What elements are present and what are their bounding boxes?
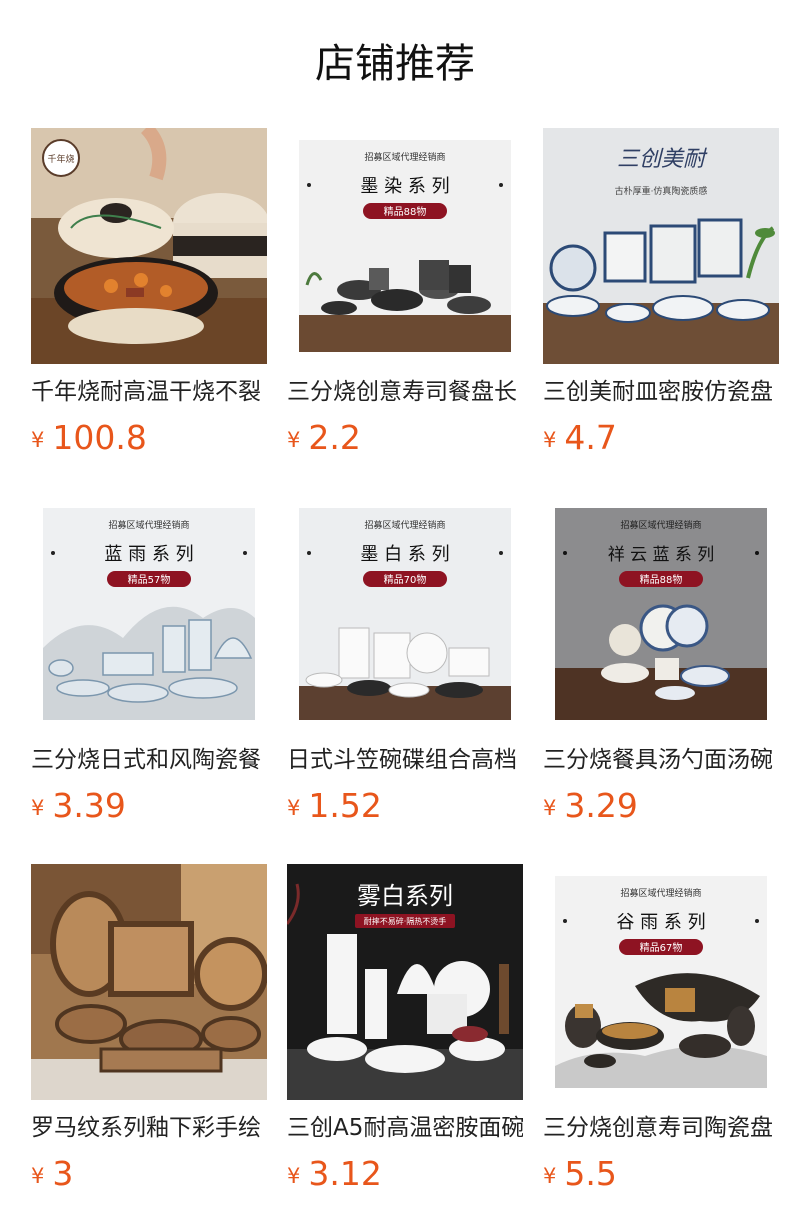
price-value: 100.8 <box>52 418 147 457</box>
banner-badge-text: 精品67物 <box>640 941 683 954</box>
product-price: ¥4.7 <box>543 416 779 460</box>
banner-top-text: 招募区域代理经销商 <box>620 519 701 531</box>
currency-symbol: ¥ <box>543 1164 557 1188</box>
product-image[interactable]: 招募区域代理经销商 祥 云 蓝 系 列 精品88物 <box>543 496 779 732</box>
product-price: ¥1.52 <box>287 784 523 828</box>
price-value: 2.2 <box>308 418 361 457</box>
product-name[interactable]: 三创A5耐高温密胺面碗 <box>287 1112 523 1144</box>
product-image[interactable]: 三创美耐 古朴厚重·仿真陶瓷质感 <box>543 128 779 364</box>
banner-series-text: 谷 雨 系 列 <box>616 912 705 933</box>
price-value: 3.12 <box>308 1154 382 1193</box>
banner-top-text: 招募区域代理经销商 <box>364 151 445 163</box>
price-value: 1.52 <box>308 786 382 825</box>
product-name[interactable]: 三分烧创意寿司餐盘长 <box>287 376 523 408</box>
product-price: ¥100.8 <box>31 416 267 460</box>
page-title: 店铺推荐 <box>315 41 475 87</box>
product-price: ¥5.5 <box>543 1152 779 1196</box>
banner-tag-text: 耐摔不易碎·隔热不烫手 <box>364 916 447 926</box>
product-image[interactable]: 招募区域代理经销商 蓝 雨 系 列 精品57物 <box>31 496 267 732</box>
product-name[interactable]: 三分烧餐具汤勺面汤碗 <box>543 744 779 776</box>
product-name[interactable]: 三创美耐皿密胺仿瓷盘 <box>543 376 779 408</box>
price-value: 3 <box>52 1154 74 1193</box>
banner-top-text: 招募区域代理经销商 <box>108 519 189 531</box>
brand-tagline-text: 古朴厚重·仿真陶瓷质感 <box>615 185 708 197</box>
product-name[interactable]: 罗马纹系列釉下彩手绘 <box>31 1112 267 1144</box>
product-price: ¥3 <box>31 1152 267 1196</box>
brand-stamp-text: 千年烧 <box>47 153 74 165</box>
currency-symbol: ¥ <box>287 796 301 820</box>
banner-badge-text: 精品70物 <box>384 573 427 586</box>
banner-series-text: 蓝 雨 系 列 <box>104 544 193 565</box>
price-value: 3.39 <box>52 786 126 825</box>
currency-symbol: ¥ <box>31 428 45 452</box>
banner-series-text: 祥 云 蓝 系 列 <box>608 545 715 565</box>
product-image[interactable]: 招募区域代理经销商 谷 雨 系 列 精品67物 <box>543 864 779 1100</box>
currency-symbol: ¥ <box>31 796 45 820</box>
product-image[interactable]: 雾白系列 耐摔不易碎·隔热不烫手 <box>287 864 523 1100</box>
product-name[interactable]: 三分烧日式和风陶瓷餐 <box>31 744 267 776</box>
product-name[interactable]: 日式斗笠碗碟组合高档 <box>287 744 523 776</box>
product-price: ¥3.29 <box>543 784 779 828</box>
product-image[interactable]: 招募区域代理经销商 墨 染 系 列 精品88物 <box>287 128 523 364</box>
product-name[interactable]: 三分烧创意寿司陶瓷盘 <box>543 1112 779 1144</box>
banner-series-text: 墨 白 系 列 <box>360 544 449 565</box>
banner-top-text: 招募区域代理经销商 <box>620 887 701 899</box>
banner-badge-text: 精品88物 <box>384 205 427 218</box>
banner-badge-text: 精品88物 <box>640 573 683 586</box>
product-name[interactable]: 千年烧耐高温干烧不裂 <box>31 376 267 408</box>
price-value: 5.5 <box>564 1154 617 1193</box>
price-value: 3.29 <box>564 786 638 825</box>
product-image[interactable]: 招募区域代理经销商 墨 白 系 列 精品70物 <box>287 496 523 732</box>
product-price: ¥3.39 <box>31 784 267 828</box>
currency-symbol: ¥ <box>31 1164 45 1188</box>
price-value: 4.7 <box>564 418 617 457</box>
currency-symbol: ¥ <box>543 796 557 820</box>
product-image[interactable] <box>31 864 267 1100</box>
banner-series-text: 雾白系列 <box>357 882 453 910</box>
brand-logo-text: 三创美耐 <box>617 147 708 172</box>
product-image[interactable]: 千年烧 <box>31 128 267 364</box>
banner-top-text: 招募区域代理经销商 <box>364 519 445 531</box>
currency-symbol: ¥ <box>287 1164 301 1188</box>
banner-badge-text: 精品57物 <box>128 573 171 586</box>
currency-symbol: ¥ <box>287 428 301 452</box>
product-price: ¥3.12 <box>287 1152 523 1196</box>
banner-series-text: 墨 染 系 列 <box>360 176 449 197</box>
currency-symbol: ¥ <box>543 428 557 452</box>
product-price: ¥2.2 <box>287 416 523 460</box>
